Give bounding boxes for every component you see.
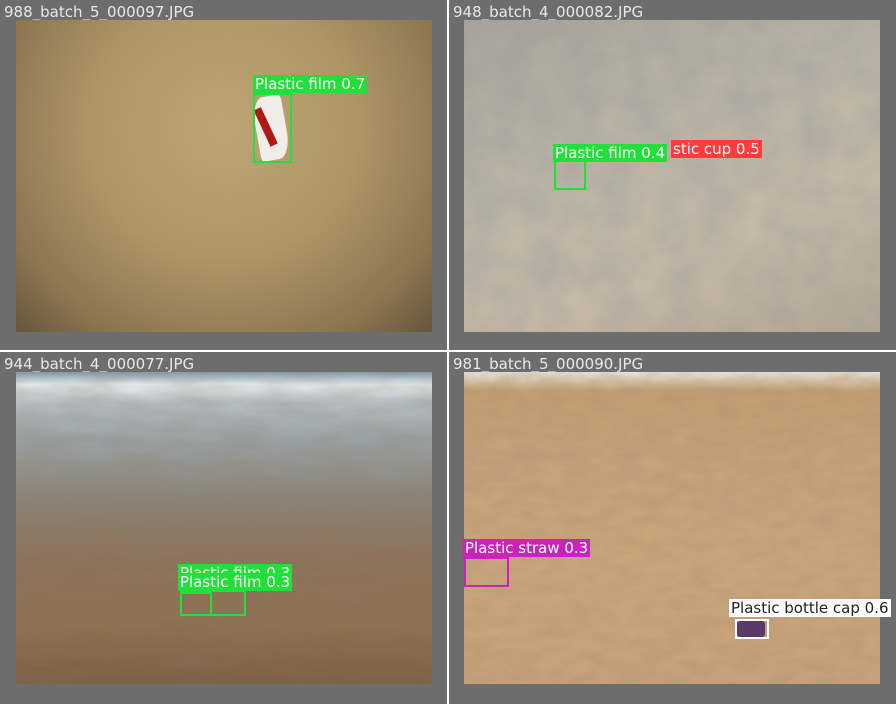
sand-photo	[464, 20, 880, 332]
sand-texture	[16, 372, 432, 684]
image-filename: 981_batch_5_000090.JPG	[453, 355, 644, 373]
detection-label: Plastic film 0.3	[178, 573, 293, 591]
image-panel-1: 988_batch_5_000097.JPG Plastic film 0.7	[0, 0, 447, 350]
image-panel-4: 981_batch_5_000090.JPG Plastic straw 0.3…	[449, 352, 896, 704]
detection-label: Plastic film 0.4	[553, 144, 668, 162]
detection-box	[180, 592, 212, 616]
detection-label: Plastic film 0.7	[253, 75, 368, 93]
sand-texture	[464, 20, 880, 332]
sand-texture	[464, 372, 880, 684]
sand-texture	[16, 20, 432, 332]
detection-box	[554, 158, 586, 190]
image-filename: 944_batch_4_000077.JPG	[4, 355, 195, 373]
image-panel-2: 948_batch_4_000082.JPG stic cup 0.5 Plas…	[449, 0, 896, 350]
detection-label: Plastic straw 0.3	[463, 539, 591, 557]
detection-label: Plastic bottle cap 0.6	[729, 599, 891, 617]
image-filename: 988_batch_5_000097.JPG	[4, 3, 195, 21]
detection-box	[253, 93, 292, 163]
beach-photo	[16, 372, 432, 684]
detection-box	[735, 619, 769, 639]
beach-photo	[464, 372, 880, 684]
detection-box	[464, 557, 509, 587]
image-filename: 948_batch_4_000082.JPG	[453, 3, 644, 21]
detection-label: stic cup 0.5	[671, 140, 762, 158]
sand-photo	[16, 20, 432, 332]
image-panel-3: 944_batch_4_000077.JPG Plastic film 0.3 …	[0, 352, 447, 704]
